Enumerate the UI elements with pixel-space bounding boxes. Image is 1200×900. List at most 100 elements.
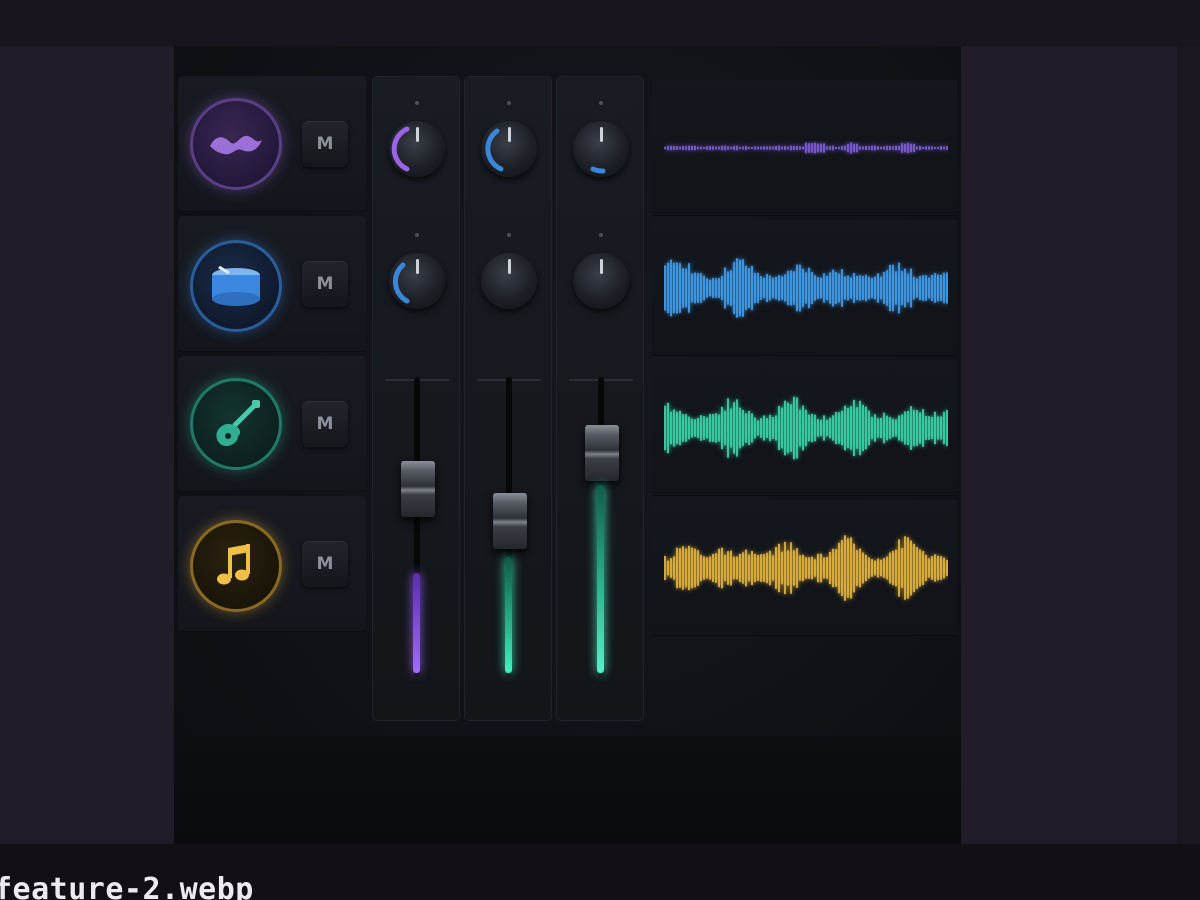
eq-knob-1[interactable] [389, 121, 445, 177]
waveform-sample [736, 399, 738, 457]
waveform-sample [811, 271, 813, 305]
waveform-sample [784, 274, 786, 302]
waveform-sample [679, 410, 681, 446]
pan-knob-3[interactable] [573, 253, 629, 309]
pan-knob-1[interactable] [389, 253, 445, 309]
track-row-music[interactable]: M [178, 496, 366, 632]
level-meter-3 [597, 485, 604, 673]
waveform-sample [823, 273, 825, 303]
level-meter-1 [413, 573, 420, 673]
mute-button-music[interactable]: M [302, 541, 348, 587]
knob-pointer [416, 259, 419, 274]
waveform-sample [673, 556, 675, 580]
knob-indicator-dot [507, 101, 511, 105]
eq-knob-2[interactable] [481, 121, 537, 177]
waveform-sample [766, 418, 768, 438]
waveform-sample [802, 405, 804, 451]
waveform-sample [805, 409, 807, 447]
waveform-sample [916, 278, 918, 298]
waveform-sample [856, 143, 858, 153]
waveform-sample [874, 414, 876, 442]
waveform-sample [715, 278, 717, 298]
track-row-synth[interactable]: M [178, 76, 366, 212]
waveform-sample [898, 262, 900, 314]
waveform-sample [718, 548, 720, 588]
waveform-sample [736, 258, 738, 318]
mute-button-synth[interactable]: M [302, 121, 348, 167]
waveform-sample [814, 275, 816, 301]
waveform-sample [892, 264, 894, 312]
waveform-sample [745, 413, 747, 443]
waveform-sample [871, 416, 873, 440]
waveform-sample [883, 272, 885, 304]
waveform-sample [865, 554, 867, 582]
waveform-sample [835, 549, 837, 587]
waveform-sample [934, 146, 936, 150]
waveform-sample [664, 146, 666, 150]
waveform-sample [922, 275, 924, 301]
waveform-sample [820, 277, 822, 299]
waveform-sample [832, 548, 834, 588]
waveform-sample [922, 146, 924, 150]
mute-button-guitar[interactable]: M [302, 401, 348, 447]
track-list: M M M M [178, 76, 366, 636]
waveform-sample [919, 276, 921, 300]
waveform-sample [793, 550, 795, 586]
waveform-sample [772, 146, 774, 150]
waveform-sample [799, 146, 801, 150]
waveform-sample [850, 277, 852, 299]
waveform-sample [757, 272, 759, 304]
waveform-sample [838, 273, 840, 303]
waveform-drums [664, 258, 948, 318]
level-meter-2 [505, 557, 512, 673]
waveform-sample [730, 146, 732, 150]
channel-strip-1 [372, 76, 460, 721]
waveform-sample [922, 409, 924, 447]
waveform-sample [943, 557, 945, 579]
waveform-sample [862, 146, 864, 150]
waveform-sample [850, 142, 852, 154]
mute-button-drums[interactable]: M [302, 261, 348, 307]
waveform-sample [724, 267, 726, 309]
waveform-sample [901, 143, 903, 153]
waveform-sample [712, 554, 714, 582]
volume-fader-3[interactable] [585, 425, 619, 481]
track-row-guitar[interactable]: M [178, 356, 366, 492]
waveform-sample [826, 556, 828, 580]
waveform-sample [790, 270, 792, 306]
waveform-sample [889, 552, 891, 584]
waveform-sample [829, 146, 831, 150]
waveform-sample [889, 146, 891, 150]
waveform-sample [901, 414, 903, 442]
waveform-sample [850, 406, 852, 450]
waveform-sample [871, 145, 873, 151]
volume-fader-2[interactable] [493, 493, 527, 549]
waveform-sample [808, 143, 810, 153]
waveform-sample [742, 409, 744, 447]
waveform-sample [835, 412, 837, 444]
waveform-sample [673, 409, 675, 447]
pan-knob-2[interactable] [481, 253, 537, 309]
waveform-sample [844, 276, 846, 300]
waveform-sample [937, 146, 939, 150]
waveform-sample [853, 272, 855, 304]
waveform-sample [799, 409, 801, 447]
waveform-sample [790, 404, 792, 452]
waveform-sample [817, 553, 819, 583]
waveform-sample [904, 268, 906, 308]
waveform-sample [664, 555, 666, 581]
waveform-sample [790, 145, 792, 151]
waveform-sample [769, 275, 771, 301]
waveform-sample [772, 277, 774, 299]
eq-knob-3[interactable] [573, 121, 629, 177]
waveform-sample [817, 277, 819, 299]
waveform-guitar [664, 396, 948, 460]
volume-fader-1[interactable] [401, 461, 435, 517]
track-row-drums[interactable]: M [178, 216, 366, 352]
waveform-sample [844, 535, 846, 601]
waveform-sample [937, 555, 939, 581]
waveform-sample [739, 553, 741, 583]
waveform-sample [730, 270, 732, 306]
waveform-sample [886, 556, 888, 580]
waveform-sample [907, 537, 909, 599]
